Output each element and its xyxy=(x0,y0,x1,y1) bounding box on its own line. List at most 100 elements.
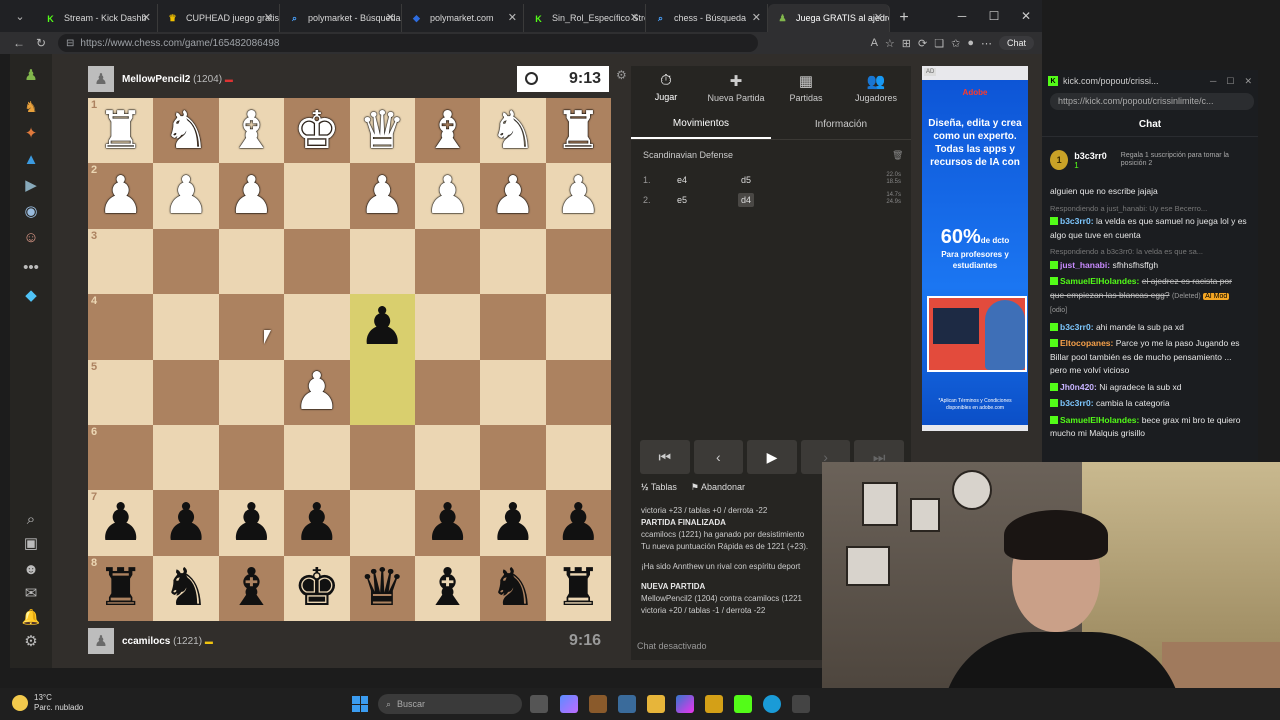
board-square[interactable] xyxy=(218,424,285,491)
board-square[interactable] xyxy=(349,490,415,556)
play-button[interactable]: ▶ xyxy=(747,440,797,474)
tab-informacion[interactable]: Información xyxy=(771,110,911,139)
board-square[interactable]: 3 xyxy=(88,228,154,295)
weather-widget[interactable]: 13°C Parc. nublado xyxy=(12,693,83,713)
black-knight-piece[interactable]: ♞ xyxy=(163,562,210,614)
black-bishop-piece[interactable]: ♝ xyxy=(424,562,471,614)
board-square[interactable] xyxy=(349,359,415,425)
chat-message[interactable]: Respondiendo a just_hanabi: Uy ese Becer… xyxy=(1050,202,1248,243)
white-pawn-piece[interactable]: ♟ xyxy=(424,170,471,222)
white-knight-piece[interactable]: ♞ xyxy=(163,105,210,157)
board-square[interactable]: ♛ xyxy=(349,555,415,621)
close-tab-icon[interactable]: ✕ xyxy=(386,11,395,24)
photos-icon[interactable] xyxy=(676,695,694,713)
board-square[interactable] xyxy=(284,228,350,295)
news-icon[interactable]: ◉ xyxy=(21,202,41,222)
white-rook-piece[interactable]: ♜ xyxy=(555,105,602,157)
favorite-star-icon[interactable]: ☆ xyxy=(885,37,895,50)
board-square[interactable]: ♞ xyxy=(153,555,219,621)
prev-move-button[interactable]: ‹ xyxy=(693,440,744,474)
browser-tab[interactable]: ⌕ chess - Búsqueda ✕ xyxy=(646,4,768,32)
settings-gear-icon[interactable]: ⚙ xyxy=(21,632,41,652)
white-pawn-piece[interactable]: ♟ xyxy=(228,170,275,222)
panel-tab[interactable]: ⏱ Jugar xyxy=(631,66,701,108)
messages-icon[interactable]: ✉ xyxy=(21,584,41,604)
collections-icon[interactable]: ❏ xyxy=(934,37,944,50)
black-knight-piece[interactable]: ♞ xyxy=(490,562,537,614)
board-square[interactable]: ♝ xyxy=(218,98,285,164)
board-square[interactable]: 4 xyxy=(88,294,154,360)
app-icon[interactable] xyxy=(589,695,607,713)
white-move[interactable]: e5 xyxy=(674,193,690,207)
resign-button[interactable]: ⚑ Abandonar xyxy=(691,482,745,493)
black-rook-piece[interactable]: ♜ xyxy=(97,562,144,614)
tab-movimientos[interactable]: Movimientos xyxy=(631,110,771,139)
board-square[interactable]: ♟ xyxy=(545,163,611,229)
top-player-name[interactable]: MellowPencil2 (1204) ▬ xyxy=(122,74,233,85)
board-square[interactable]: 6 xyxy=(88,424,154,491)
store-icon[interactable] xyxy=(792,695,810,713)
board-square[interactable] xyxy=(153,228,219,295)
new-tab-button[interactable]: + xyxy=(890,4,918,32)
board-square[interactable] xyxy=(153,359,219,425)
more-options-icon[interactable]: ⋯ xyxy=(981,37,992,50)
white-knight-piece[interactable]: ♞ xyxy=(490,105,537,157)
site-info-icon[interactable]: ⊟ xyxy=(66,38,74,49)
puzzles-icon[interactable]: ✦ xyxy=(21,124,41,144)
chat-username[interactable]: SamuelElHolandes: xyxy=(1060,276,1139,286)
chat-username[interactable]: b3c3rr0: xyxy=(1060,216,1094,226)
browser-tab[interactable]: ♛ CUPHEAD juego gratis ✕ xyxy=(158,4,280,32)
board-square[interactable]: ♝ xyxy=(414,98,481,164)
board-square[interactable] xyxy=(349,228,415,295)
white-pawn-piece[interactable]: ♟ xyxy=(555,170,602,222)
board-square[interactable]: ♟ xyxy=(218,490,285,556)
board-square[interactable] xyxy=(545,294,611,360)
board-square[interactable]: 5 xyxy=(88,359,154,425)
friends-icon[interactable]: ☻ xyxy=(21,560,41,580)
browser-tab[interactable]: ⌕ polymarket - Búsqueda ✕ xyxy=(280,4,402,32)
copilot-chat-button[interactable]: Chat xyxy=(998,36,1034,50)
chess-logo-icon[interactable]: ♟ xyxy=(21,66,41,86)
close-tab-icon[interactable]: ✕ xyxy=(264,11,273,24)
chat-username[interactable]: b3c3rr0: xyxy=(1060,398,1094,408)
chat-username[interactable]: SamuelElHolandes: xyxy=(1060,415,1139,425)
chat-message[interactable]: b3c3rr0: ahi mande la sub pa xd xyxy=(1050,321,1248,335)
board-square[interactable]: ♚ xyxy=(284,555,350,621)
white-bishop-piece[interactable]: ♝ xyxy=(228,105,275,157)
black-pawn-piece[interactable]: ♟ xyxy=(424,497,471,549)
chat-message[interactable]: alguien que no escribe jajaja xyxy=(1050,185,1248,199)
black-pawn-piece[interactable]: ♟ xyxy=(97,497,144,549)
folder-icon[interactable] xyxy=(705,695,723,713)
black-pawn-piece[interactable]: ♟ xyxy=(163,497,210,549)
board-square[interactable]: 1 ♜ xyxy=(88,98,154,164)
black-pawn-piece[interactable]: ♟ xyxy=(555,497,602,549)
board-square[interactable] xyxy=(153,294,219,360)
board-square[interactable] xyxy=(284,294,350,360)
close-tab-icon[interactable]: ✕ xyxy=(508,11,517,24)
board-square[interactable]: ♝ xyxy=(218,555,285,621)
kick-app-icon[interactable] xyxy=(734,695,752,713)
board-square[interactable]: ♝ xyxy=(414,555,481,621)
white-rook-piece[interactable]: ♜ xyxy=(97,105,144,157)
black-rook-piece[interactable]: ♜ xyxy=(555,562,602,614)
board-square[interactable] xyxy=(414,359,481,425)
trash-icon[interactable]: 🗑 xyxy=(892,150,903,161)
board-square[interactable] xyxy=(480,424,546,491)
extensions-icon[interactable]: ⊞ xyxy=(902,37,911,50)
refresh-ext-icon[interactable]: ⟳ xyxy=(918,37,927,50)
board-square[interactable]: ♞ xyxy=(480,555,546,621)
board-square[interactable]: ♟ xyxy=(480,163,546,229)
first-move-button[interactable]: ⏮ xyxy=(640,440,690,474)
board-square[interactable]: ♜ xyxy=(545,98,611,164)
black-pawn-piece[interactable]: ♟ xyxy=(359,301,406,353)
board-square[interactable] xyxy=(480,228,546,295)
browser-tab[interactable]: K Stream - Kick Dashb ✕ xyxy=(36,4,158,32)
chat-message[interactable]: SamuelElHolandes: bece grax mi bro te qu… xyxy=(1050,414,1248,441)
top-player-avatar[interactable]: ♟ xyxy=(88,66,114,92)
chat-message[interactable]: Respondiendo a b3c3rr0: la velda es que … xyxy=(1050,245,1248,272)
chat-username[interactable]: b3c3rr0: xyxy=(1060,322,1094,332)
close-tab-icon[interactable]: ✕ xyxy=(752,11,761,24)
board-square[interactable]: ♞ xyxy=(480,98,546,164)
copilot-icon[interactable] xyxy=(560,695,578,713)
browser-tab[interactable]: ♟ Juega GRATIS al ajedrez ✕ xyxy=(768,4,890,32)
